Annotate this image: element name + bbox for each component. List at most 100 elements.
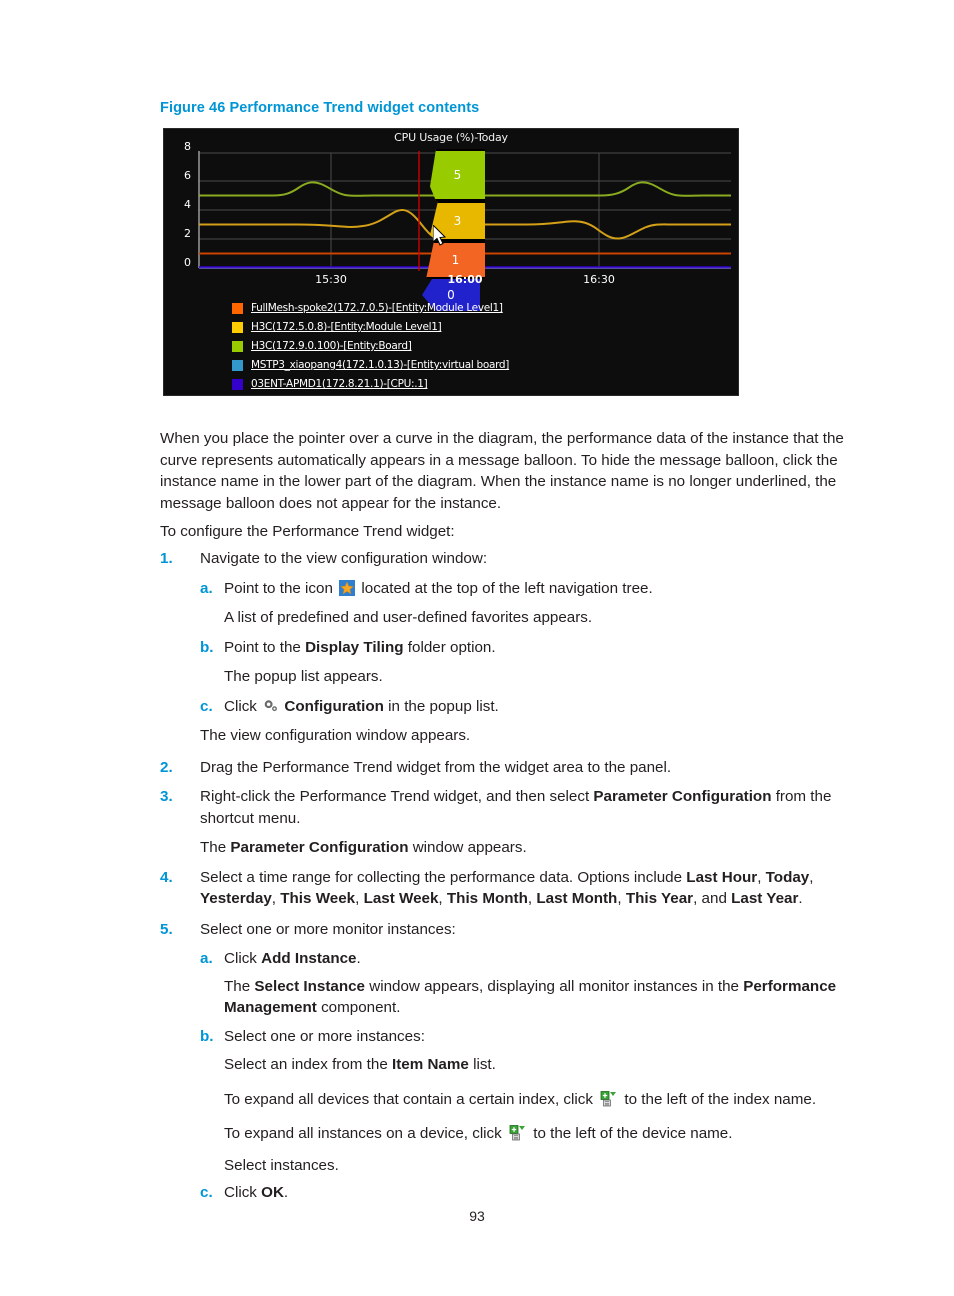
result-text-before: The — [200, 839, 227, 856]
legend-swatch-icon — [232, 340, 243, 352]
expand-device-icon[interactable] — [509, 1124, 526, 1142]
step-3-result: The Parameter Configuration window appea… — [160, 837, 876, 859]
legend-swatch-icon — [232, 378, 243, 390]
time-option-last-week: Last Week — [363, 890, 439, 907]
balloon-green: 5 — [430, 149, 485, 201]
substep-marker: b. — [200, 1027, 214, 1045]
step-conjunction: and — [701, 890, 727, 907]
step-1c-result: The view configuration window appears. — [160, 725, 876, 747]
substep-text-before: Click — [224, 1184, 257, 1201]
line-before: To expand all instances on a device, cli… — [224, 1125, 502, 1142]
substep-text-after: . — [283, 1184, 289, 1201]
chart-legend: FullMesh-spoke2(172.7.0.5)-[Entity:Modul… — [232, 299, 732, 394]
step-marker: 4. — [160, 868, 173, 886]
result-part-2: window appears, displaying all monitor i… — [369, 977, 739, 995]
line-after: to the left of the index name. — [624, 1090, 817, 1108]
result-text-after: window appears. — [412, 839, 527, 856]
gear-icon[interactable] — [263, 699, 278, 713]
step-3: 3. Right-click the Performance Trend wid… — [160, 786, 876, 829]
y-tick-0: 0 — [184, 256, 191, 269]
time-option-last-month: Last Month — [536, 890, 618, 907]
time-option-last-year: Last Year — [731, 890, 799, 907]
step-text: Right-click the Performance Trend widget… — [200, 786, 876, 829]
balloon-value: 1 — [451, 253, 460, 267]
figure-caption: Figure 46 Performance Trend widget conte… — [160, 100, 480, 116]
step-5b: b. Select one or more instances: — [160, 1026, 876, 1048]
x-tick-1630: 16:30 — [583, 273, 615, 286]
substep-marker: b. — [200, 638, 214, 656]
step-marker: 5. — [160, 920, 173, 938]
legend-item[interactable]: H3C(172.9.0.100)-[Entity:Board] — [232, 337, 732, 355]
item-name-list-label: Item Name — [392, 1056, 469, 1073]
step-1c: c. Click Configuration in the popup list… — [160, 696, 876, 718]
step-1a: a. Point to the icon located at the top … — [160, 578, 876, 600]
substep-marker: c. — [200, 1184, 213, 1201]
legend-label[interactable]: H3C(172.9.0.100)-[Entity:Board] — [251, 340, 412, 352]
legend-item[interactable]: FullMesh-spoke2(172.7.0.5)-[Entity:Modul… — [232, 299, 732, 317]
substep-text: Point to the icon located at the top of … — [224, 578, 876, 600]
legend-label[interactable]: FullMesh-spoke2(172.7.0.5)-[Entity:Modul… — [251, 302, 503, 314]
substep-text-after: in the popup list. — [388, 697, 499, 715]
step-5b-line3: To expand all instances on a device, cli… — [160, 1123, 876, 1145]
result-text: Select instances. — [224, 1156, 339, 1174]
substep-text: Click OK. — [224, 1182, 876, 1204]
time-option-last-hour: Last Hour — [686, 868, 758, 886]
step-marker: 1. — [160, 550, 173, 567]
y-axis-labels: 0 2 4 6 8 — [164, 141, 197, 275]
legend-label[interactable]: MSTP3_xiaopang4(172.1.0.13)-[Entity:virt… — [251, 359, 509, 371]
document-page: Figure 46 Performance Trend widget conte… — [0, 0, 954, 1296]
step-text: Select one or more monitor instances: — [200, 920, 456, 938]
x-tick-1600: 16:00 — [447, 273, 483, 286]
substep-emphasis: Configuration — [284, 697, 384, 715]
line-before: To expand all devices that contain a cer… — [224, 1090, 593, 1108]
step-4: 4. Select a time range for collecting th… — [160, 867, 876, 910]
legend-label[interactable]: H3C(172.5.0.8)-[Entity:Module Level1] — [251, 321, 442, 333]
mouse-cursor-icon — [433, 225, 447, 246]
substep-text-before: Click — [224, 697, 257, 715]
legend-item[interactable]: MSTP3_xiaopang4(172.1.0.13)-[Entity:virt… — [232, 356, 732, 374]
substep-text-after: located at the top of the left navigatio… — [361, 579, 653, 597]
result-text: The popup list appears. — [224, 668, 383, 685]
substep-text: Select one or more instances: — [224, 1027, 425, 1045]
ok-button-label: OK — [261, 1184, 284, 1201]
result-text: Select an index from the Item Name list. — [224, 1054, 876, 1076]
result-text: The Select Instance window appears, disp… — [224, 976, 876, 1019]
x-tick-1530: 15:30 — [315, 273, 347, 286]
favorites-star-icon[interactable] — [339, 579, 356, 596]
procedure-list: 1. Navigate to the view configuration wi… — [160, 548, 876, 1204]
time-option-this-week: This Week — [280, 890, 356, 907]
legend-label[interactable]: 03ENT-APMD1(172.8.21.1)-[CPU:.1] — [251, 378, 428, 390]
legend-swatch-icon — [232, 321, 243, 333]
expand-index-icon[interactable] — [600, 1090, 617, 1108]
x-axis-labels: 15:30 16:00 16:30 15:45 — [197, 268, 731, 290]
substep-text-before: Point to the — [224, 638, 301, 656]
legend-item[interactable]: 03ENT-APMD1(172.8.21.1)-[CPU:.1] — [232, 375, 732, 393]
line-before: Select an index from the — [224, 1056, 388, 1073]
result-part-1: The — [224, 977, 251, 995]
step-emphasis: Parameter Configuration — [593, 788, 772, 805]
substep-text: Click Add Instance. — [224, 948, 876, 970]
legend-item[interactable]: H3C(172.5.0.8)-[Entity:Module Level1] — [232, 318, 732, 336]
result-text: To expand all instances on a device, cli… — [224, 1123, 876, 1145]
result-part-3: component. — [321, 999, 401, 1016]
intro-paragraph: When you place the pointer over a curve … — [160, 430, 844, 512]
substep-text: Click Configuration in the popup list. — [224, 696, 876, 718]
step-text: Drag the Performance Trend widget from t… — [200, 758, 672, 776]
substep-text-after: . — [356, 950, 361, 967]
substep-text-after: folder option. — [407, 638, 496, 656]
substep-text-before: Point to the icon — [224, 579, 333, 597]
substep-text: Point to the Display Tiling folder optio… — [224, 637, 876, 659]
step-5: 5. Select one or more monitor instances: — [160, 919, 876, 941]
substep-marker: a. — [200, 950, 213, 967]
time-option-yesterday: Yesterday — [200, 890, 272, 907]
step-5c: c. Click OK. — [160, 1182, 876, 1204]
performance-trend-chart-widget[interactable]: CPU Usage (%)-Today 0 2 4 6 8 5 3 1 0 15… — [163, 128, 739, 396]
add-instance-button-label: Add Instance — [261, 950, 357, 967]
substep-emphasis: Display Tiling — [305, 638, 404, 656]
substep-text-before: Click — [224, 950, 257, 967]
select-instance-window-label: Select Instance — [254, 977, 365, 995]
result-text: The Parameter Configuration window appea… — [200, 837, 876, 859]
time-option-this-month: This Month — [446, 890, 528, 907]
line-after: to the left of the device name. — [533, 1125, 733, 1142]
balloon-value: 3 — [453, 214, 462, 228]
